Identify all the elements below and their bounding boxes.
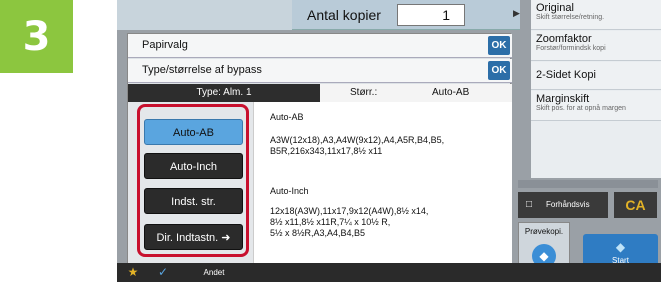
copies-label: Antal kopier bbox=[307, 7, 381, 23]
settings-item-title: 2-Sidet Kopi bbox=[536, 69, 596, 81]
size-label: Størr.: bbox=[350, 87, 378, 98]
auto-inch-sizes-line: 5½ x 8½R,A3,A4,B4,B5 bbox=[270, 228, 366, 238]
settings-item-subtitle: Skift pos. for at opnå margen bbox=[536, 105, 626, 112]
settings-item-subtitle: Forstør/formindsk kopi bbox=[536, 45, 606, 52]
tab-type[interactable]: Type: Alm. 1 bbox=[128, 84, 320, 102]
check-icon[interactable]: ✓ bbox=[149, 263, 177, 282]
size-info-area: Auto-AB A3W(12x18),A3,A4W(9x12),A4,A5R,B… bbox=[253, 102, 512, 264]
auto-inch-title: Auto-Inch bbox=[270, 186, 309, 196]
other-button[interactable]: Andet bbox=[181, 263, 247, 282]
settings-item-margin-shift[interactable]: Marginskift Skift pos. for at opnå marge… bbox=[531, 91, 661, 121]
panel-divider bbox=[518, 180, 658, 188]
highlight-frame bbox=[137, 104, 249, 257]
settings-item-duplex[interactable]: 2-Sidet Kopi bbox=[531, 62, 661, 90]
auto-inch-sizes-line: 12x18(A3W),11x17,9x12(A4W),8½ x14, bbox=[270, 206, 429, 216]
preview-icon: □ bbox=[526, 199, 533, 210]
start-icon: ◆ bbox=[615, 240, 626, 254]
type-size-bar: Type: Alm. 1 Størr.: Auto-AB bbox=[128, 84, 512, 102]
ok-button[interactable]: OK bbox=[488, 61, 510, 80]
bottom-bar: ★ ✓ Andet bbox=[117, 263, 661, 282]
bypass-type-label: Type/størrelse af bypass bbox=[142, 64, 262, 76]
ok-button[interactable]: OK bbox=[488, 36, 510, 55]
settings-item-title: Zoomfaktor bbox=[536, 33, 592, 45]
paper-select-row[interactable]: Papirvalg OK bbox=[128, 34, 512, 58]
copier-screen: Antal kopier 1 ▶ Original Skift størrels… bbox=[117, 0, 661, 282]
collapse-arrow-icon[interactable]: ▶ bbox=[513, 8, 520, 19]
settings-panel: Original Skift størrelse/retning. Zoomfa… bbox=[531, 0, 661, 178]
clear-all-button[interactable]: CA bbox=[614, 192, 657, 218]
auto-ab-title: Auto-AB bbox=[270, 112, 304, 122]
settings-item-zoom[interactable]: Zoomfaktor Forstør/formindsk kopi bbox=[531, 31, 661, 61]
proof-copy-label: Prøvekopi. bbox=[524, 227, 564, 236]
tab-size[interactable]: Størr.: Auto-AB bbox=[320, 84, 512, 102]
size-value: Auto-AB bbox=[432, 87, 470, 98]
settings-item-original[interactable]: Original Skift størrelse/retning. bbox=[531, 0, 661, 30]
settings-item-title: Original bbox=[536, 2, 574, 14]
auto-ab-sizes-line: A3W(12x18),A3,A4W(9x12),A4,A5R,B4,B5, bbox=[270, 135, 445, 145]
settings-item-subtitle: Skift størrelse/retning. bbox=[536, 14, 605, 21]
settings-item-title: Marginskift bbox=[536, 93, 590, 105]
copies-input[interactable]: 1 bbox=[397, 4, 465, 26]
size-button-area: Auto-AB Auto-Inch Indst. str. Dir. Indta… bbox=[128, 102, 253, 264]
favorite-star-icon[interactable]: ★ bbox=[123, 263, 143, 282]
preview-label: Forhåndsvis bbox=[546, 200, 590, 209]
bypass-type-row[interactable]: Type/størrelse af bypass OK bbox=[128, 59, 512, 83]
paper-select-label: Papirvalg bbox=[142, 39, 188, 51]
preview-button[interactable]: □ Forhåndsvis bbox=[518, 192, 608, 218]
bypass-dialog: Papirvalg OK Type/størrelse af bypass OK… bbox=[127, 33, 512, 264]
auto-inch-sizes-line: 8½ x11,8½ x11R,7¼ x 10½ R, bbox=[270, 217, 391, 227]
auto-ab-sizes-line: B5R,216x343,11x17,8½ x11 bbox=[270, 146, 383, 156]
step-number-badge: 3 bbox=[0, 0, 73, 73]
